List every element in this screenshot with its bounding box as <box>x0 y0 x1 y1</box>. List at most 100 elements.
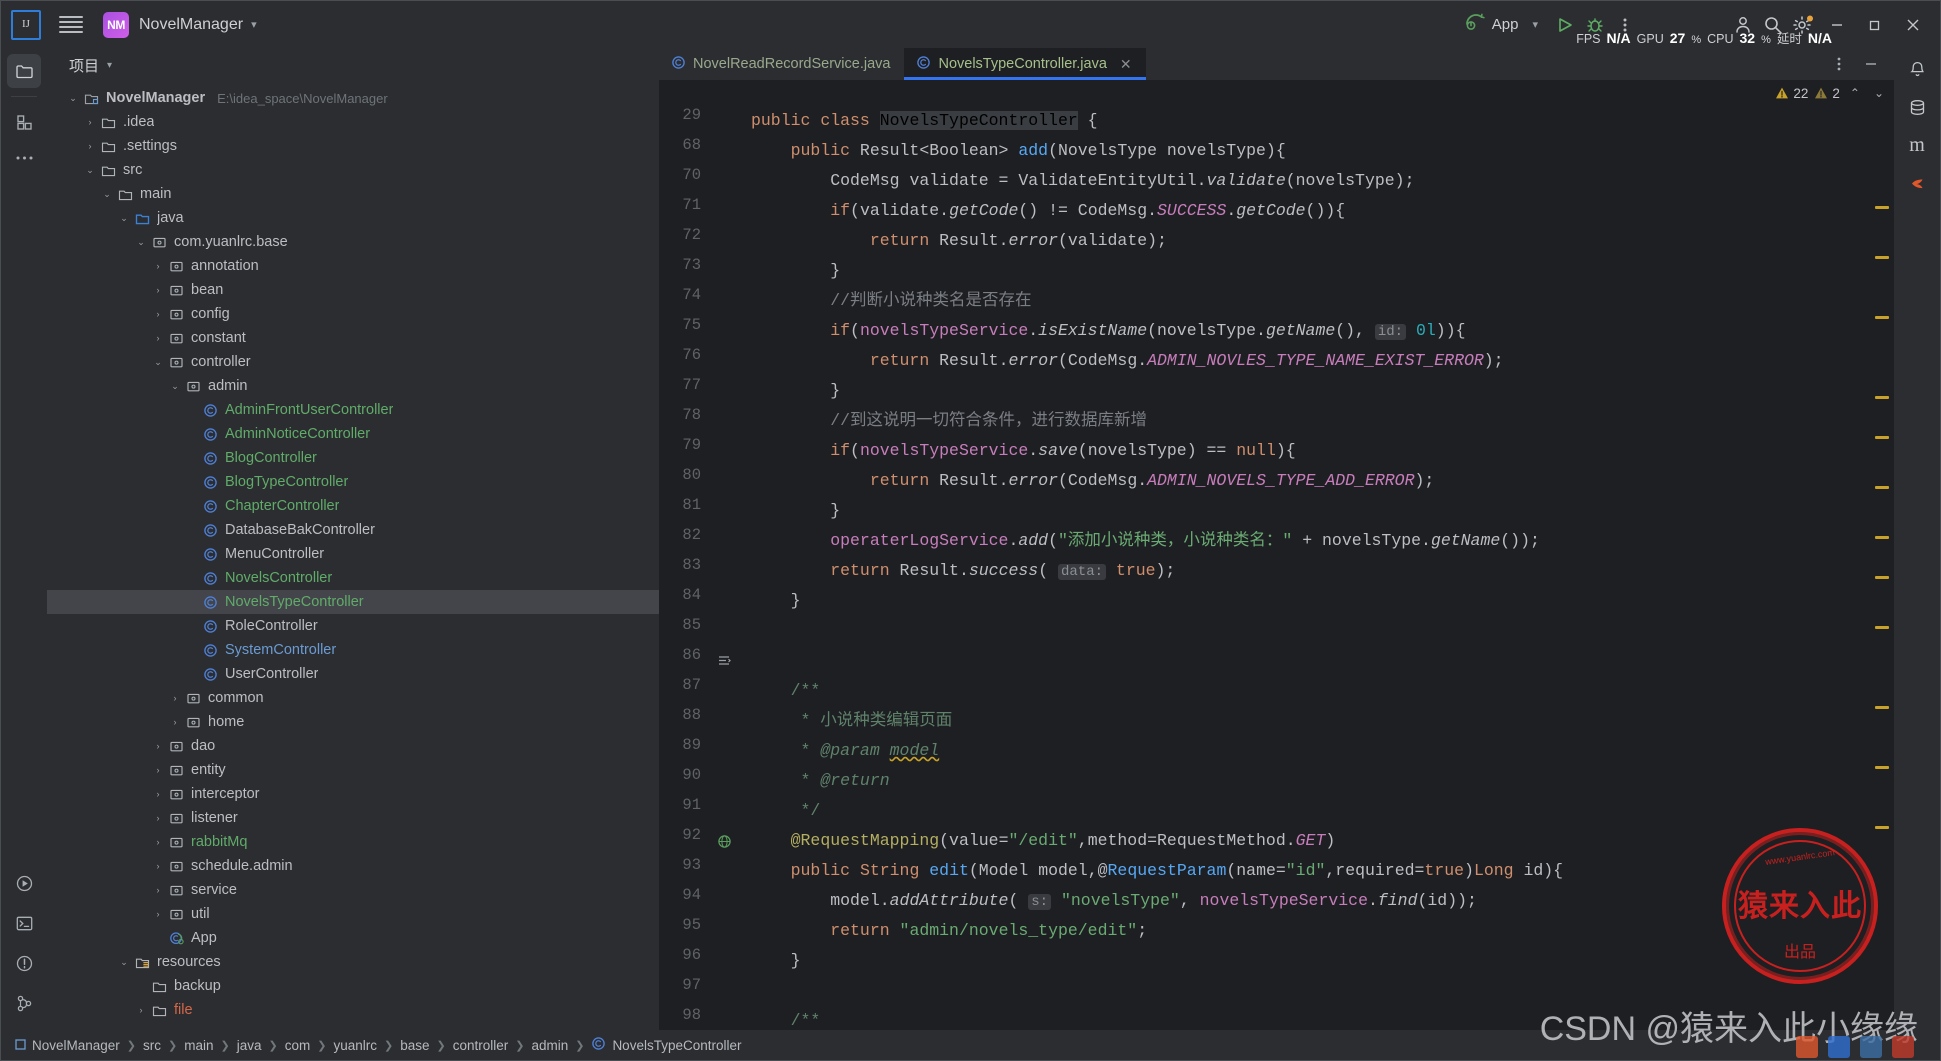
tree-node[interactable]: DatabaseBakController <box>47 518 659 542</box>
tree-node[interactable]: AdminFrontUserController <box>47 398 659 422</box>
chevron-down-icon[interactable]: ⌄ <box>1874 86 1884 100</box>
tree-node[interactable]: ⌄ src <box>47 158 659 182</box>
tree-expand-arrow-icon[interactable]: › <box>150 309 166 319</box>
tree-expand-arrow-icon[interactable]: ⌄ <box>133 237 149 248</box>
tree-node[interactable]: › bean <box>47 278 659 302</box>
tree-node[interactable]: › annotation <box>47 254 659 278</box>
stripe-marker[interactable] <box>1875 436 1889 439</box>
tree-expand-arrow-icon[interactable]: › <box>82 117 98 127</box>
tree-node[interactable]: ⌄ admin <box>47 374 659 398</box>
stripe-marker[interactable] <box>1875 706 1889 709</box>
editor-tab[interactable]: NovelsTypeController.java ✕ <box>904 48 1146 80</box>
tree-expand-arrow-icon[interactable]: › <box>150 765 166 775</box>
tree-expand-arrow-icon[interactable]: › <box>150 789 166 799</box>
tree-node[interactable]: ⌄ NovelManager E:\idea_space\NovelManager <box>47 86 659 110</box>
stripe-marker[interactable] <box>1875 396 1889 399</box>
tree-node[interactable]: ⌄ com.yuanlrc.base <box>47 230 659 254</box>
tree-node[interactable]: BlogTypeController <box>47 470 659 494</box>
hide-editor-icon[interactable] <box>1856 49 1886 79</box>
tree-expand-arrow-icon[interactable]: › <box>150 813 166 823</box>
warning-count-chip[interactable]: 22 <box>1775 86 1808 101</box>
chevron-up-icon[interactable]: ⌃ <box>1850 86 1860 100</box>
tree-expand-arrow-icon[interactable]: ⌄ <box>82 165 98 176</box>
sidebar-item-problems[interactable] <box>7 946 41 980</box>
tree-node[interactable]: › dao <box>47 734 659 758</box>
tree-expand-arrow-icon[interactable]: › <box>150 261 166 271</box>
breadcrumb-item[interactable]: com <box>285 1038 311 1053</box>
tree-node[interactable]: RoleController <box>47 614 659 638</box>
tree-expand-arrow-icon[interactable]: › <box>150 837 166 847</box>
sidebar-item-project[interactable] <box>7 54 41 88</box>
breadcrumb-item[interactable]: controller <box>453 1038 509 1053</box>
tree-node[interactable]: ⌄ controller <box>47 350 659 374</box>
stripe-marker[interactable] <box>1875 626 1889 629</box>
tree-node[interactable]: › util <box>47 902 659 926</box>
sidebar-item-version-control[interactable] <box>7 986 41 1020</box>
tree-node[interactable]: › schedule.admin <box>47 854 659 878</box>
tree-node[interactable]: › .settings <box>47 134 659 158</box>
tree-node[interactable]: › constant <box>47 326 659 350</box>
tree-node[interactable]: › rabbitMq <box>47 830 659 854</box>
editor-tab[interactable]: NovelReadRecordService.java <box>659 48 904 80</box>
breadcrumb-item[interactable]: src <box>143 1038 161 1053</box>
main-menu-burger-icon[interactable] <box>59 15 83 34</box>
tree-node[interactable]: › service <box>47 878 659 902</box>
breadcrumb-item[interactable]: NovelManager <box>15 1038 120 1053</box>
stripe-marker[interactable] <box>1875 536 1889 539</box>
breadcrumb-item[interactable]: main <box>184 1038 213 1053</box>
tree-expand-arrow-icon[interactable]: › <box>150 861 166 871</box>
stripe-marker[interactable] <box>1875 316 1889 319</box>
tree-expand-arrow-icon[interactable]: ⌄ <box>167 381 183 392</box>
tree-node[interactable]: BlogController <box>47 446 659 470</box>
web-mapping-icon[interactable] <box>715 832 733 850</box>
tree-expand-arrow-icon[interactable]: ⌄ <box>65 93 81 104</box>
rabbitmq-icon[interactable] <box>1900 168 1934 198</box>
tree-expand-arrow-icon[interactable]: › <box>150 333 166 343</box>
stripe-marker[interactable] <box>1875 256 1889 259</box>
tree-node[interactable]: › common <box>47 686 659 710</box>
tree-node[interactable]: › entity <box>47 758 659 782</box>
breadcrumb-item[interactable]: NovelsTypeController <box>591 1036 742 1054</box>
maven-icon[interactable]: m <box>1900 130 1934 160</box>
tree-node[interactable]: › interceptor <box>47 782 659 806</box>
tree-node[interactable]: › file <box>47 998 659 1022</box>
stripe-marker[interactable] <box>1875 576 1889 579</box>
breadcrumb-item[interactable]: java <box>237 1038 262 1053</box>
notifications-icon[interactable] <box>1900 54 1934 84</box>
sidebar-item-terminal[interactable] <box>7 906 41 940</box>
tree-expand-arrow-icon[interactable]: ⌄ <box>150 357 166 368</box>
tree-node[interactable]: › config <box>47 302 659 326</box>
breadcrumb-item[interactable]: yuanlrc <box>333 1038 377 1053</box>
tree-node[interactable]: NovelsController <box>47 566 659 590</box>
tree-expand-arrow-icon[interactable]: › <box>150 885 166 895</box>
marker-stripe[interactable] <box>1868 106 1894 1030</box>
stripe-marker[interactable] <box>1875 766 1889 769</box>
tree-expand-arrow-icon[interactable]: › <box>82 141 98 151</box>
project-tree[interactable]: ⌄ NovelManager E:\idea_space\NovelManager ›… <box>47 82 659 1030</box>
tree-node[interactable]: › listener <box>47 806 659 830</box>
close-tab-icon[interactable]: ✕ <box>1120 56 1132 73</box>
tree-node[interactable]: › home <box>47 710 659 734</box>
tree-expand-arrow-icon[interactable]: › <box>150 741 166 751</box>
weak-warning-count-chip[interactable]: 2 <box>1814 86 1840 101</box>
maximize-button[interactable] <box>1856 5 1894 45</box>
sidebar-item-run[interactable] <box>7 866 41 900</box>
project-name-label[interactable]: NovelManager <box>139 16 243 34</box>
tree-node[interactable]: ⌄ resources <box>47 950 659 974</box>
tree-expand-arrow-icon[interactable]: ⌄ <box>116 957 132 968</box>
tree-node[interactable]: UserController <box>47 662 659 686</box>
tree-node[interactable]: MenuController <box>47 542 659 566</box>
code-fold-icon[interactable] <box>715 652 733 670</box>
sidebar-item-structure[interactable] <box>7 105 41 139</box>
tree-node[interactable]: App <box>47 926 659 950</box>
breadcrumb-item[interactable]: admin <box>531 1038 568 1053</box>
tree-node[interactable]: ChapterController <box>47 494 659 518</box>
breadcrumb-item[interactable]: base <box>400 1038 429 1053</box>
tree-node[interactable]: AdminNoticeController <box>47 422 659 446</box>
code-editor[interactable]: 29 68 70 71 72 73 74 75 76 77 78 79 80 81 82 83 84 85 86 87… <box>659 106 1894 1030</box>
close-button[interactable] <box>1894 5 1932 45</box>
chevron-down-icon[interactable]: ▾ <box>251 18 257 31</box>
tree-node[interactable]: ⌄ java <box>47 206 659 230</box>
tree-expand-arrow-icon[interactable]: ⌄ <box>116 213 132 224</box>
tree-expand-arrow-icon[interactable]: › <box>167 717 183 727</box>
